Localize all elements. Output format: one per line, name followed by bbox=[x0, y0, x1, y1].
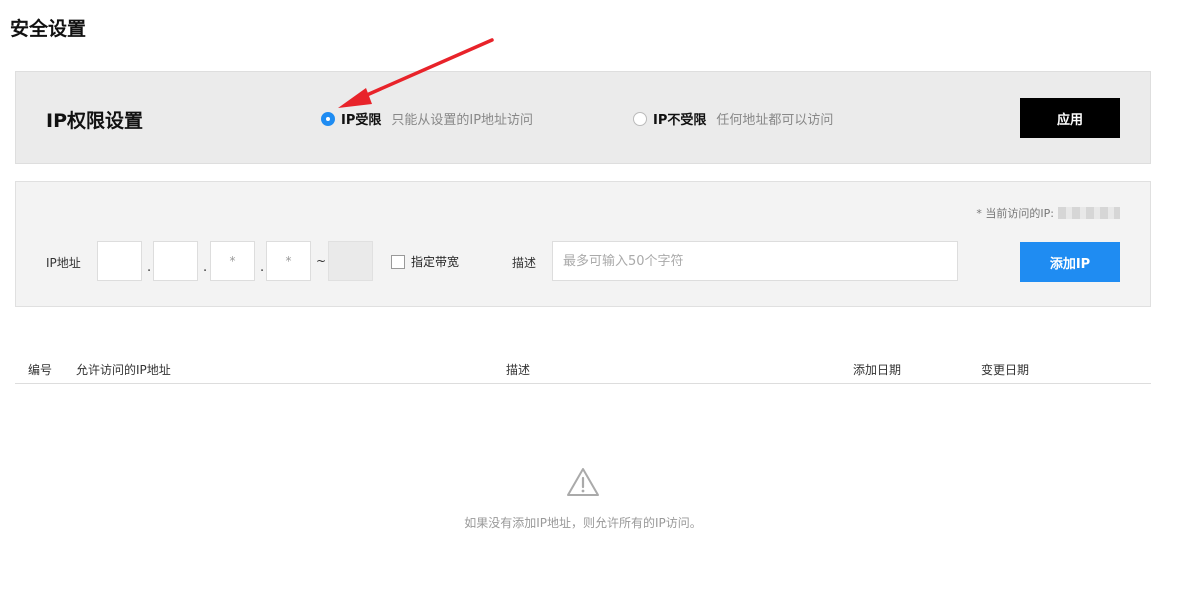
col-description: 描述 bbox=[506, 363, 531, 377]
radio-ip-unrestricted-desc: 任何地址都可以访问 bbox=[716, 113, 834, 128]
radio-button-unchecked[interactable] bbox=[633, 111, 647, 126]
radio-ip-unrestricted-label: IP不受限 bbox=[653, 113, 707, 128]
ip-range-tilde: ~ bbox=[316, 254, 327, 268]
description-input[interactable] bbox=[552, 241, 958, 281]
ip-dot-separator: . bbox=[203, 260, 208, 275]
ip-dot-separator: . bbox=[260, 260, 265, 275]
current-ip-value-masked bbox=[1058, 207, 1120, 219]
ip-address-label: IP地址 bbox=[46, 256, 81, 270]
empty-state: 如果没有添加IP地址，则允许所有的IP访问。 bbox=[0, 466, 1166, 531]
ip-octet-2-input[interactable] bbox=[153, 241, 198, 281]
checkbox-box[interactable] bbox=[391, 254, 405, 269]
ip-octet-1-input[interactable] bbox=[97, 241, 142, 281]
page-title: 安全设置 bbox=[10, 18, 87, 40]
radio-ip-unrestricted[interactable]: IP不受限 任何地址都可以访问 bbox=[633, 109, 833, 128]
current-ip-label: * 当前访问的IP: bbox=[976, 207, 1054, 220]
ip-table-header: 编号 允许访问的IP地址 描述 添加日期 变更日期 bbox=[15, 352, 1151, 384]
col-number: 编号 bbox=[28, 363, 53, 377]
apply-button[interactable]: 应用 bbox=[1020, 98, 1120, 138]
radio-button-checked[interactable] bbox=[321, 111, 335, 126]
col-allowed-ip: 允许访问的IP地址 bbox=[76, 363, 171, 377]
ip-permission-panel: IP权限设置 IP受限 只能从设置的IP地址访问 IP不受限 任何地址都可以访问… bbox=[15, 71, 1151, 164]
add-ip-button[interactable]: 添加IP bbox=[1020, 242, 1120, 282]
ip-range-end-input[interactable] bbox=[328, 241, 373, 281]
radio-ip-restricted[interactable]: IP受限 只能从设置的IP地址访问 bbox=[321, 109, 533, 128]
radio-ip-restricted-label: IP受限 bbox=[341, 113, 382, 128]
ip-octet-4-input[interactable] bbox=[266, 241, 311, 281]
description-label: 描述 bbox=[512, 256, 537, 270]
col-added-date: 添加日期 bbox=[853, 363, 902, 377]
add-ip-panel: * 当前访问的IP: IP地址 . . . ~ 指定带宽 描述 添加IP bbox=[15, 181, 1151, 307]
current-ip: * 当前访问的IP: bbox=[976, 205, 1120, 221]
col-changed-date: 变更日期 bbox=[981, 363, 1030, 377]
ip-octet-3-input[interactable] bbox=[210, 241, 255, 281]
warning-triangle-icon bbox=[567, 468, 599, 496]
ip-permission-title: IP权限设置 bbox=[46, 110, 143, 132]
bandwidth-checkbox[interactable]: 指定带宽 bbox=[391, 253, 459, 270]
ip-dot-separator: . bbox=[147, 260, 152, 275]
bandwidth-label: 指定带宽 bbox=[411, 255, 460, 269]
radio-ip-restricted-desc: 只能从设置的IP地址访问 bbox=[391, 113, 534, 128]
empty-state-text: 如果没有添加IP地址，则允许所有的IP访问。 bbox=[464, 516, 702, 530]
